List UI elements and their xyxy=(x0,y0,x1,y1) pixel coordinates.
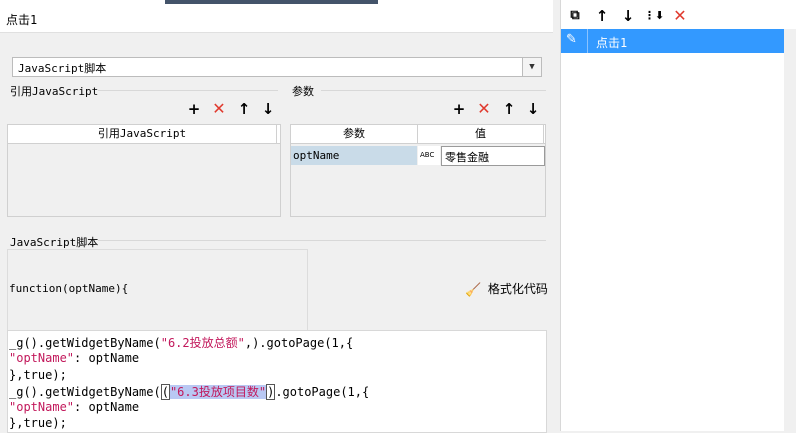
code-text: : optName xyxy=(74,351,140,365)
code-string: "optName" xyxy=(9,400,75,414)
delete-param-button[interactable]: ✕ xyxy=(475,100,493,118)
scrollbar[interactable] xyxy=(784,29,796,431)
code-string: "optName" xyxy=(9,351,75,365)
list-item[interactable]: ✎ 点击1 xyxy=(561,29,784,53)
divider xyxy=(98,90,278,91)
move-up-event-button[interactable]: ↑ xyxy=(593,7,611,25)
params-label: 参数 xyxy=(292,85,314,98)
script-type-value: JavaScript脚本 xyxy=(18,62,107,75)
selected-code-string: "6.3投放项目数" xyxy=(169,385,267,399)
move-up-param-button[interactable]: ↑ xyxy=(500,100,518,118)
move-to-bottom-button[interactable]: ⋮⬇ xyxy=(644,7,664,25)
code-text: : optName xyxy=(74,400,140,414)
ref-js-label: 引用JavaScript xyxy=(10,85,99,98)
params-table[interactable]: 参数 值 optName ABC 零售金融 xyxy=(290,124,546,217)
ref-js-table[interactable]: 引用JavaScript xyxy=(7,124,281,217)
format-code-button[interactable]: 🧹 格式化代码 xyxy=(465,281,548,299)
move-up-ref-button[interactable]: ↑ xyxy=(235,100,253,118)
table-row[interactable]: optName xyxy=(291,146,417,165)
code-text: .gotoPage(1,{ xyxy=(275,385,370,399)
matched-bracket: ) xyxy=(266,384,276,400)
function-signature: function(optName){ xyxy=(9,282,129,295)
param-name-cell[interactable]: optName xyxy=(293,149,339,162)
code-text: },true); xyxy=(9,368,67,382)
broom-icon: 🧹 xyxy=(465,283,482,298)
code-editor[interactable]: _g().getWidgetByName("6.2投放总额",).gotoPag… xyxy=(7,330,547,433)
param-column-header[interactable]: 参数 xyxy=(291,125,418,143)
delete-ref-button[interactable]: ✕ xyxy=(210,100,228,118)
window-title: 点击1 xyxy=(6,13,38,27)
code-text: _g().getWidgetByName( xyxy=(9,385,161,399)
divider xyxy=(321,90,546,91)
move-down-event-button[interactable]: ↓ xyxy=(619,7,637,25)
divider xyxy=(587,29,588,53)
move-down-param-button[interactable]: ↓ xyxy=(524,100,542,118)
code-text: _g().getWidgetByName( xyxy=(9,336,161,350)
divider xyxy=(98,240,546,241)
move-down-ref-button[interactable]: ↓ xyxy=(259,100,277,118)
event-name: 点击1 xyxy=(596,36,628,50)
code-text: },true); xyxy=(9,416,67,430)
chevron-down-icon[interactable]: ▼ xyxy=(522,58,541,76)
pencil-icon: ✎ xyxy=(566,32,577,47)
ref-js-column-header[interactable]: 引用JavaScript xyxy=(8,125,277,143)
copy-icon[interactable]: ⧉ xyxy=(566,7,584,25)
title-bar xyxy=(0,0,553,33)
matched-bracket: ( xyxy=(160,384,170,400)
event-list-panel xyxy=(560,0,796,431)
delete-event-button[interactable]: ✕ xyxy=(671,7,689,25)
title-decoration xyxy=(165,0,378,4)
code-text: ,).gotoPage(1,{ xyxy=(244,336,354,350)
param-value-input[interactable]: 零售金融 xyxy=(441,146,545,166)
script-type-select[interactable]: JavaScript脚本 ▼ xyxy=(12,57,542,77)
text-type-icon[interactable]: ABC xyxy=(418,146,440,165)
value-column-header[interactable]: 值 xyxy=(418,125,544,143)
add-ref-button[interactable]: + xyxy=(185,100,203,118)
add-param-button[interactable]: + xyxy=(450,100,468,118)
format-code-label: 格式化代码 xyxy=(487,282,548,296)
js-script-label: JavaScript脚本 xyxy=(10,236,99,249)
code-string: "6.2投放总额" xyxy=(160,336,245,350)
